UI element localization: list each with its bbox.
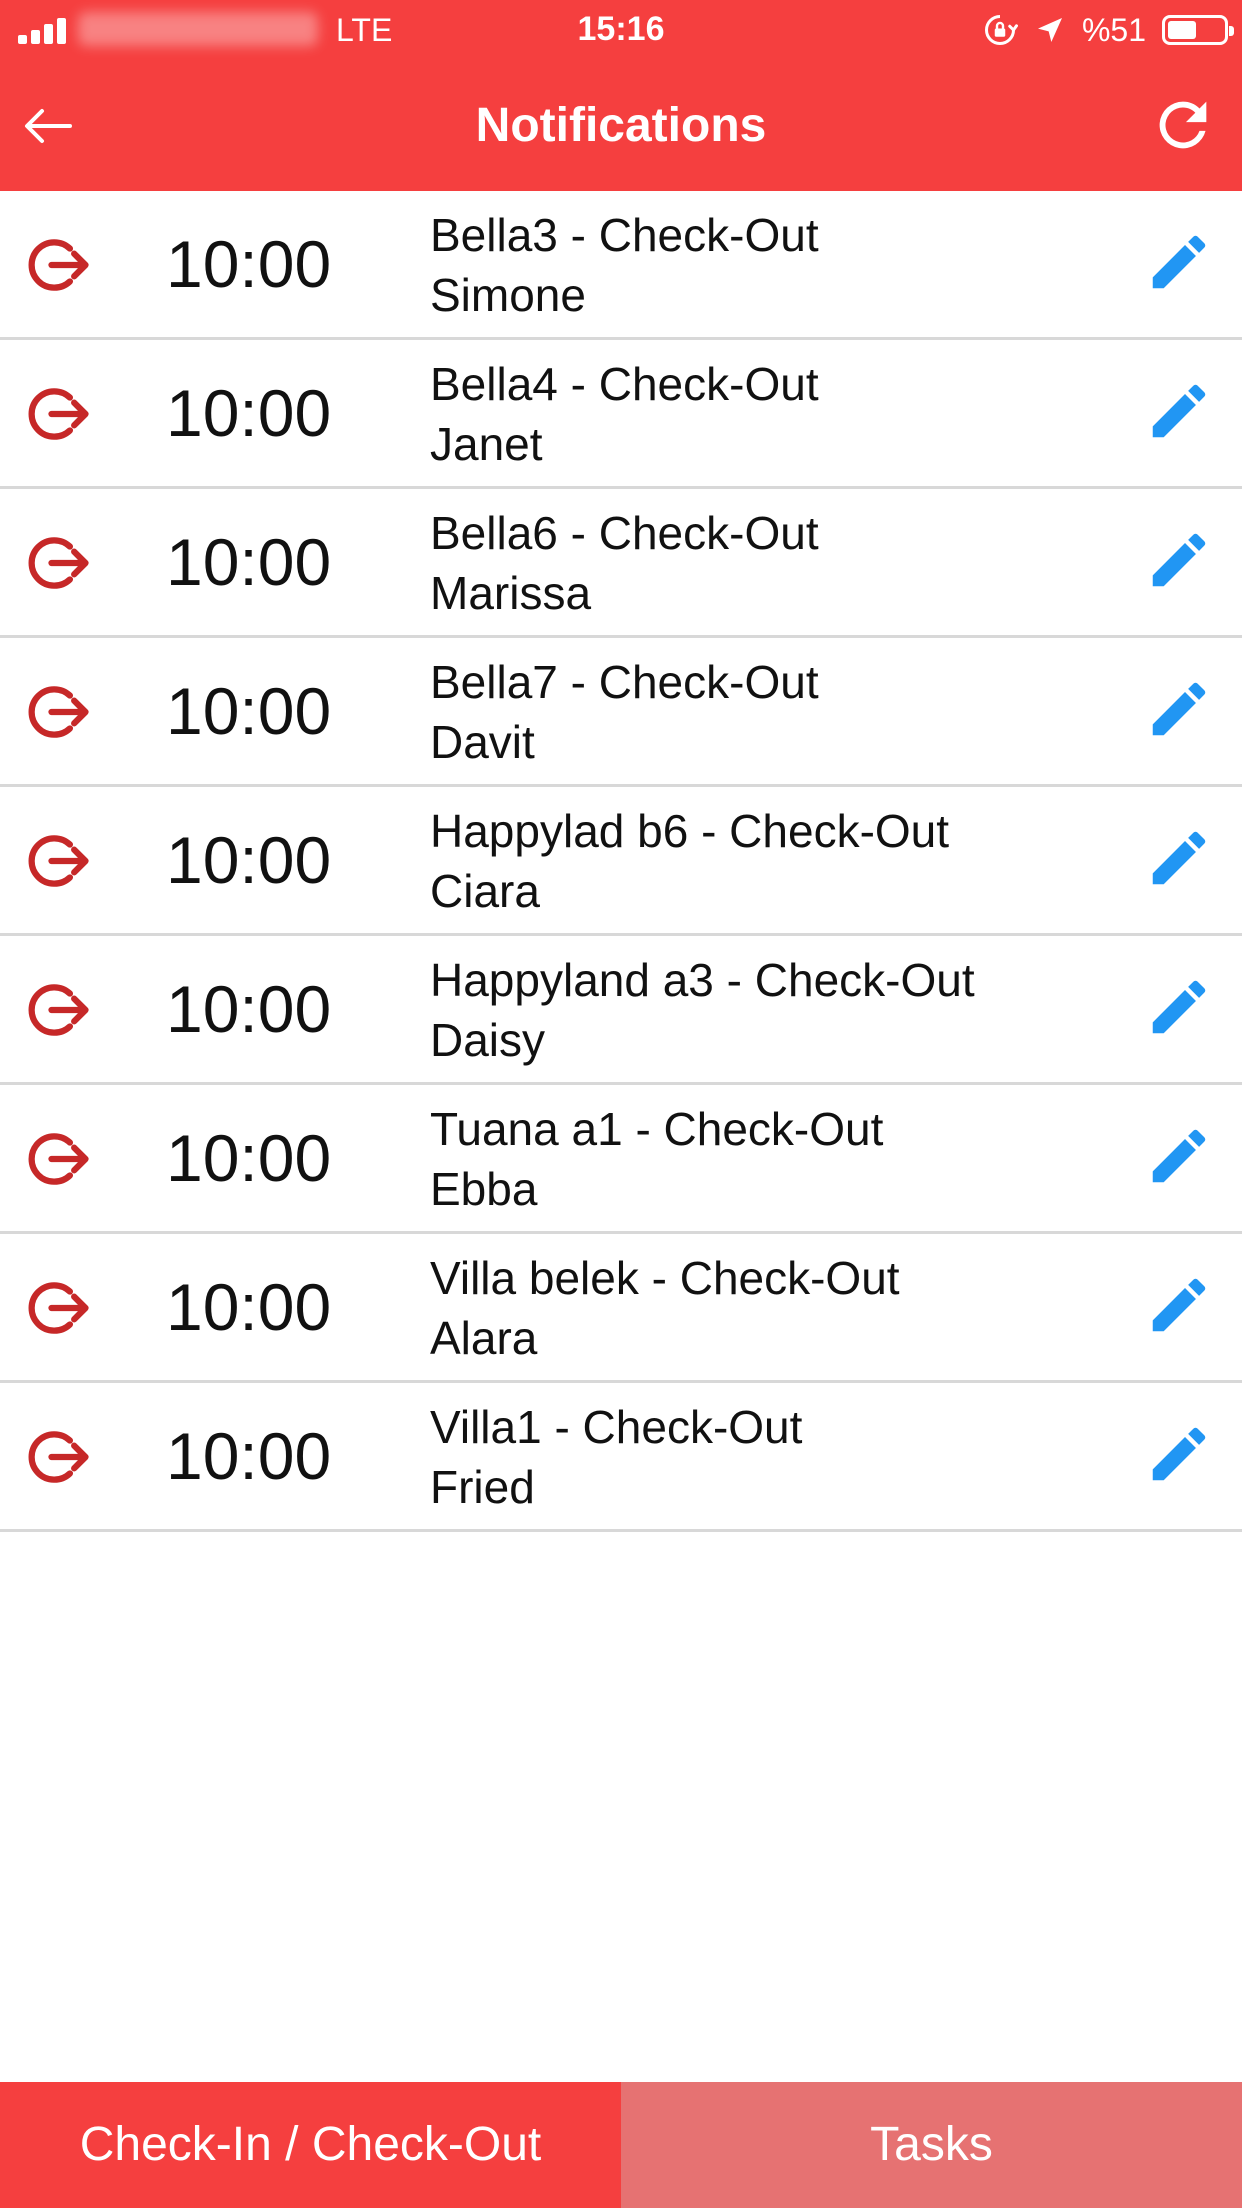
refresh-button[interactable] bbox=[1148, 90, 1218, 160]
notification-text: Tuana a1 - Check-Out Ebba bbox=[430, 1099, 1110, 1219]
notification-title: Happyland a3 - Check-Out bbox=[430, 954, 975, 1006]
notification-row[interactable]: 10:00 Tuana a1 - Check-Out Ebba bbox=[0, 1085, 1242, 1234]
pencil-icon bbox=[1152, 1129, 1206, 1183]
status-right-group: %51 bbox=[982, 10, 1234, 50]
check-out-icon bbox=[28, 686, 89, 738]
edit-button[interactable] bbox=[1144, 227, 1214, 297]
notification-row[interactable]: 10:00 Bella7 - Check-Out Davit bbox=[0, 638, 1242, 787]
notification-text: Villa belek - Check-Out Alara bbox=[430, 1248, 1110, 1368]
notification-text: Bella3 - Check-Out Simone bbox=[430, 205, 1110, 325]
guest-name: Ebba bbox=[430, 1163, 538, 1215]
check-out-icon bbox=[28, 388, 89, 440]
notification-title: Bella7 - Check-Out bbox=[430, 656, 819, 708]
edit-button[interactable] bbox=[1144, 823, 1214, 893]
rotation-lock-icon bbox=[984, 15, 1018, 45]
check-out-icon bbox=[28, 1133, 89, 1185]
arrow-left-icon bbox=[25, 109, 72, 143]
notification-time: 10:00 bbox=[166, 227, 332, 301]
notification-time: 10:00 bbox=[166, 1121, 332, 1195]
guest-name: Marissa bbox=[430, 567, 592, 619]
notification-time: 10:00 bbox=[166, 1270, 332, 1344]
notification-time: 10:00 bbox=[166, 1419, 332, 1493]
status-bar: LTE 15:16 %51 bbox=[0, 0, 1242, 60]
guest-name: Fried bbox=[430, 1461, 535, 1513]
notification-text: Bella4 - Check-Out Janet bbox=[430, 354, 1110, 474]
pencil-icon bbox=[1152, 831, 1206, 885]
notification-title: Bella6 - Check-Out bbox=[430, 507, 819, 559]
pencil-icon bbox=[1152, 235, 1206, 289]
pencil-icon bbox=[1152, 533, 1206, 587]
check-out-icon bbox=[28, 835, 89, 887]
edit-button[interactable] bbox=[1144, 1121, 1214, 1191]
notification-time: 10:00 bbox=[166, 376, 332, 450]
check-out-icon bbox=[28, 1282, 89, 1334]
battery-percent: %51 bbox=[1081, 11, 1146, 48]
pencil-icon bbox=[1152, 980, 1206, 1034]
edit-button[interactable] bbox=[1144, 674, 1214, 744]
check-out-icon bbox=[28, 537, 89, 589]
screen: LTE 15:16 %51 Notifications 10:00 Bella3… bbox=[0, 0, 1242, 2208]
bottom-tab-bar: Check-In / Check-Out Tasks bbox=[0, 2082, 1242, 2208]
notification-title: Villa belek - Check-Out bbox=[430, 1252, 900, 1304]
edit-button[interactable] bbox=[1144, 376, 1214, 446]
notification-time: 10:00 bbox=[166, 674, 332, 748]
notification-row[interactable]: 10:00 Bella3 - Check-Out Simone bbox=[0, 191, 1242, 340]
tab-tasks[interactable]: Tasks bbox=[621, 2082, 1242, 2208]
notification-row[interactable]: 10:00 Happyland a3 - Check-Out Daisy bbox=[0, 936, 1242, 1085]
notification-text: Happylad b6 - Check-Out Ciara bbox=[430, 801, 1110, 921]
notification-time: 10:00 bbox=[166, 972, 332, 1046]
guest-name: Janet bbox=[430, 418, 543, 470]
top-bar: LTE 15:16 %51 Notifications bbox=[0, 0, 1242, 191]
pencil-icon bbox=[1152, 1278, 1206, 1332]
notification-title: Happylad b6 - Check-Out bbox=[430, 805, 950, 857]
notification-row[interactable]: 10:00 Bella6 - Check-Out Marissa bbox=[0, 489, 1242, 638]
edit-button[interactable] bbox=[1144, 525, 1214, 595]
notification-row[interactable]: 10:00 Villa1 - Check-Out Fried bbox=[0, 1383, 1242, 1532]
notification-title: Bella4 - Check-Out bbox=[430, 358, 819, 410]
notification-title: Tuana a1 - Check-Out bbox=[430, 1103, 884, 1155]
guest-name: Daisy bbox=[430, 1014, 546, 1066]
edit-button[interactable] bbox=[1144, 972, 1214, 1042]
edit-button[interactable] bbox=[1144, 1270, 1214, 1340]
back-button[interactable] bbox=[18, 96, 78, 156]
check-out-icon bbox=[28, 239, 89, 291]
notification-text: Bella6 - Check-Out Marissa bbox=[430, 503, 1110, 623]
notification-title: Bella3 - Check-Out bbox=[430, 209, 819, 261]
notification-row[interactable]: 10:00 Villa belek - Check-Out Alara bbox=[0, 1234, 1242, 1383]
notification-time: 10:00 bbox=[166, 525, 332, 599]
check-out-icon bbox=[28, 984, 89, 1036]
page-title: Notifications bbox=[475, 99, 767, 152]
edit-button[interactable] bbox=[1144, 1419, 1214, 1489]
notification-text: Villa1 - Check-Out Fried bbox=[430, 1397, 1110, 1517]
app-header: Notifications bbox=[0, 60, 1242, 191]
pencil-icon bbox=[1152, 384, 1206, 438]
battery-level-fill bbox=[1168, 21, 1196, 39]
pencil-icon bbox=[1152, 682, 1206, 736]
pencil-icon bbox=[1152, 1427, 1206, 1481]
notification-text: Bella7 - Check-Out Davit bbox=[430, 652, 1110, 772]
notification-row[interactable]: 10:00 Happylad b6 - Check-Out Ciara bbox=[0, 787, 1242, 936]
notification-time: 10:00 bbox=[166, 823, 332, 897]
battery-icon bbox=[1162, 15, 1234, 45]
refresh-icon bbox=[1159, 101, 1207, 149]
tab-check-in-check-out[interactable]: Check-In / Check-Out bbox=[0, 2082, 621, 2208]
location-arrow-icon bbox=[1037, 18, 1062, 42]
guest-name: Davit bbox=[430, 716, 535, 768]
guest-name: Alara bbox=[430, 1312, 538, 1364]
notification-title: Villa1 - Check-Out bbox=[430, 1401, 803, 1453]
guest-name: Ciara bbox=[430, 865, 540, 917]
notification-row[interactable]: 10:00 Bella4 - Check-Out Janet bbox=[0, 340, 1242, 489]
guest-name: Simone bbox=[430, 269, 586, 321]
notifications-list: 10:00 Bella3 - Check-Out Simone 10:00 Be… bbox=[0, 191, 1242, 1532]
notification-text: Happyland a3 - Check-Out Daisy bbox=[430, 950, 1110, 1070]
check-out-icon bbox=[28, 1431, 89, 1483]
